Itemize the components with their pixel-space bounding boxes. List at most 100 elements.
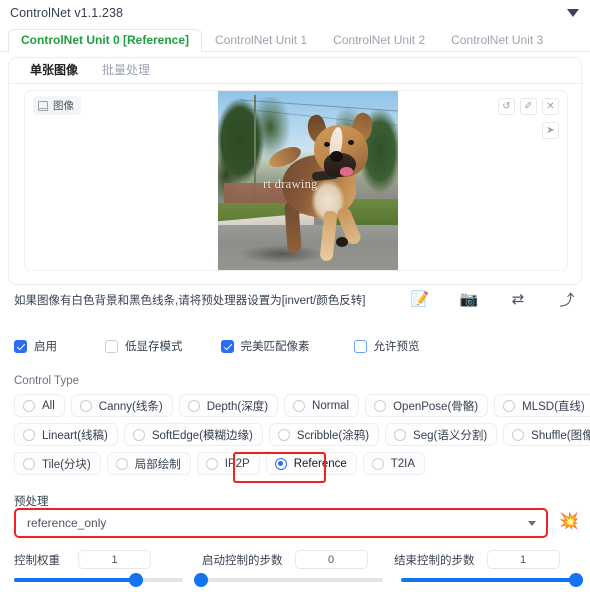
control-type-label-text: Seg(语义分割) [413, 429, 488, 442]
control-type-canny[interactable]: Canny(线条) [70, 394, 173, 417]
controlnet-panel: ControlNet v1.1.238 ControlNet Unit 0 [R… [0, 0, 590, 597]
control-type-depth[interactable]: Depth(深度) [178, 394, 279, 417]
preprocessor-value: reference_only [27, 516, 107, 530]
cursor-select-icon[interactable]: ➤ [542, 122, 559, 139]
checkbox-low-vram-box[interactable] [105, 339, 118, 353]
control-type-mlsd[interactable]: MLSD(直线) [494, 394, 590, 417]
unit-tabs: ControlNet Unit 0 [Reference] ControlNet… [0, 27, 590, 52]
control-type-label-text: Reference [293, 457, 347, 470]
tab-controlnet-unit-1[interactable]: ControlNet Unit 1 [202, 29, 320, 52]
control-type-label-text: 局部绘制 [134, 458, 181, 471]
tab-batch-process[interactable]: 批量处理 [90, 56, 162, 83]
image-icon [38, 100, 48, 111]
checkbox-low-vram-label: 低显存模式 [125, 341, 183, 353]
tab-controlnet-unit-2[interactable]: ControlNet Unit 2 [320, 29, 438, 52]
slider-control-weight[interactable] [14, 573, 184, 587]
radio-icon [187, 399, 200, 412]
tab-single-image[interactable]: 单张图像 [18, 56, 90, 83]
dog-nose [330, 151, 343, 162]
control-type-row-2: Lineart(线稿) SoftEdge(模糊边缘) Scribble(涂鸦) … [14, 423, 590, 446]
checkbox-enable[interactable]: 启用 [14, 338, 57, 354]
checkbox-allow-preview[interactable]: 允许预览 [353, 338, 420, 354]
dog-paw [336, 237, 348, 247]
checkbox-enable-box[interactable] [14, 339, 27, 353]
slider-label-end-step: 结束控制的步数 [394, 554, 475, 567]
slider-end-step[interactable] [400, 573, 583, 587]
control-type-label-text: Canny(线条) [98, 400, 163, 413]
control-type-inpaint[interactable]: 局部绘制 [106, 452, 191, 475]
radio-icon-selected [274, 457, 287, 470]
radio-icon [277, 428, 290, 441]
checkbox-low-vram[interactable]: 低显存模式 [105, 338, 183, 354]
radio-icon [23, 399, 35, 412]
slider-value-start-step[interactable]: 0 [294, 550, 368, 569]
close-icon[interactable]: ✕ [542, 98, 559, 115]
control-type-reference[interactable]: Reference [265, 452, 357, 475]
radio-icon [394, 428, 407, 441]
slider-header-start: 启动控制的步数 0 [202, 550, 394, 569]
control-type-label-text: T2IA [390, 457, 416, 470]
options-checkbox-row: 启用 低显存模式 完美匹配像素 允许预览 [14, 338, 574, 354]
control-type-tile[interactable]: Tile(分块) [14, 452, 101, 475]
edit-note-icon[interactable]: 📝 [409, 288, 431, 310]
triangle-down-icon[interactable] [566, 6, 580, 20]
undo-icon[interactable]: ↺ [498, 98, 515, 115]
slider-value-end-step[interactable]: 1 [486, 550, 560, 569]
control-type-t2ia[interactable]: T2IA [362, 452, 426, 475]
slider-tracks [14, 573, 583, 587]
slider-start-step[interactable] [194, 573, 383, 587]
control-type-openpose[interactable]: OpenPose(骨骼) [365, 394, 489, 417]
control-type-label-text: OpenPose(骨骼) [393, 400, 479, 413]
image-dropzone[interactable]: 图像 ↺ ✐ ✕ ➤ rt drawing [24, 90, 568, 271]
control-type-all[interactable]: All [14, 394, 65, 417]
control-type-shuffle[interactable]: Shuffle(图像打乱) [503, 423, 590, 446]
control-type-softedge[interactable]: SoftEdge(模糊边缘) [123, 423, 263, 446]
radio-icon [371, 457, 384, 470]
control-type-label-text: SoftEdge(模糊边缘) [151, 429, 253, 442]
checkbox-allow-preview-box[interactable] [353, 339, 367, 353]
checkbox-pixel-perfect-box[interactable] [220, 339, 234, 353]
radio-icon [115, 457, 128, 470]
control-type-label-text: Lineart(线稿) [42, 429, 108, 442]
slider-value-control-weight[interactable]: 1 [78, 550, 151, 569]
radio-icon [23, 428, 35, 441]
camera-icon[interactable]: 📷 [458, 288, 480, 310]
radio-icon [23, 457, 35, 470]
checkbox-enable-label: 启用 [34, 341, 57, 353]
control-type-seg[interactable]: Seg(语义分割) [385, 423, 498, 446]
control-type-lineart[interactable]: Lineart(线稿) [14, 423, 118, 446]
slider-header-weight: 控制权重 1 [14, 550, 202, 569]
control-type-label-text: Depth(深度) [206, 400, 269, 413]
tab-controlnet-unit-3[interactable]: ControlNet Unit 3 [438, 29, 556, 52]
control-type-normal[interactable]: Normal [284, 394, 360, 417]
slider-knob[interactable] [128, 573, 143, 587]
image-chip-label: 图像 [53, 100, 74, 112]
slider-fill [14, 578, 136, 582]
checkbox-pixel-perfect[interactable]: 完美匹配像素 [220, 338, 310, 354]
image-toolbar: ↺ ✐ ✕ [498, 98, 559, 115]
slider-label-start-step: 启动控制的步数 [202, 554, 283, 567]
checkbox-pixel-perfect-label: 完美匹配像素 [240, 341, 310, 353]
tab-controlnet-unit-0[interactable]: ControlNet Unit 0 [Reference] [8, 29, 203, 52]
control-type-ip2p[interactable]: IP2P [196, 452, 260, 475]
slider-knob[interactable] [194, 573, 209, 587]
slider-fill [400, 578, 576, 582]
erase-icon[interactable]: ✐ [520, 98, 537, 115]
unit-content-panel: 单张图像 批量处理 图像 ↺ ✐ ✕ ➤ rt drawing [8, 56, 583, 285]
radio-icon [205, 457, 218, 470]
chevron-down-icon [528, 520, 536, 526]
radio-icon [512, 428, 525, 441]
radio-icon [503, 399, 516, 412]
preprocessor-dropdown[interactable]: reference_only [14, 508, 548, 538]
slider-label-control-weight: 控制权重 [14, 554, 60, 567]
swap-arrows-icon[interactable]: ⇄ [507, 288, 529, 310]
dog-eye-left [324, 142, 330, 147]
explosion-icon[interactable]: 💥 [559, 514, 579, 530]
control-type-row-3: Tile(分块) 局部绘制 IP2P Reference T2IA [14, 452, 580, 475]
control-type-scribble[interactable]: Scribble(涂鸦) [268, 423, 380, 446]
send-arrow-icon[interactable]: ⤴ [556, 288, 578, 310]
checkbox-allow-preview-label: 允许预览 [373, 341, 420, 353]
slider-knob[interactable] [569, 573, 583, 587]
control-type-label-text: Normal [312, 399, 350, 412]
slider-group: 控制权重 1 启动控制的步数 0 结束控制的步数 1 [14, 550, 583, 587]
